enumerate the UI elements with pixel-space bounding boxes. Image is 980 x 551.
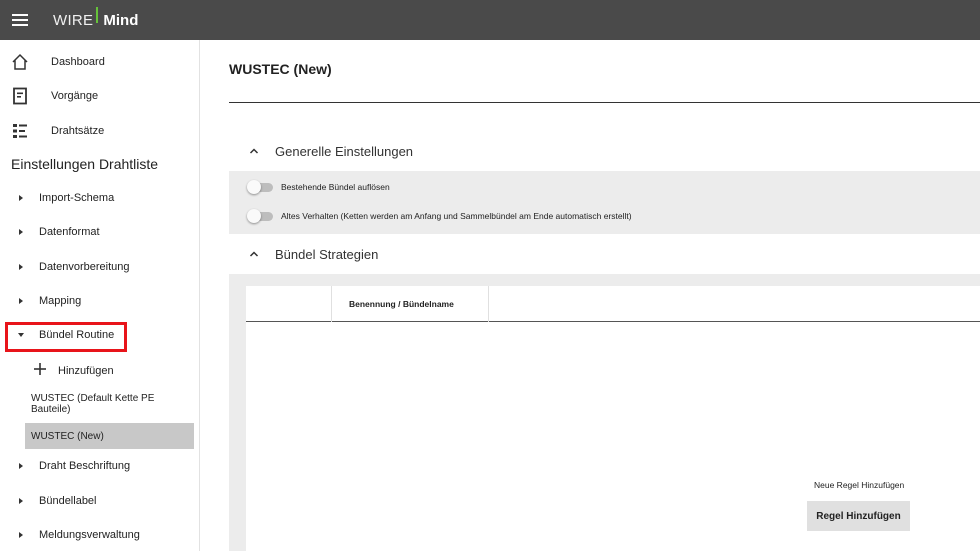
nav-item-label: Dashboard (51, 56, 105, 68)
sub-item-wustec-default[interactable]: WUSTEC (Default Kette PE Bauteile) (25, 391, 194, 417)
toggle-switch[interactable] (247, 209, 273, 223)
add-routine-button[interactable]: Hinzufügen (25, 358, 194, 384)
tree-item-label: Mapping (39, 295, 82, 307)
panel-header-general[interactable]: Generelle Einstellungen (229, 134, 980, 168)
logo-wire-text: WIRE (53, 11, 94, 29)
column-divider (331, 286, 332, 322)
sub-item-wustec-new[interactable]: WUSTEC (New) (25, 423, 194, 449)
tree-item-draht-beschriftung[interactable]: Draht Beschriftung (0, 452, 198, 480)
tree-item-datenformat[interactable]: Datenformat (0, 218, 198, 246)
app-logo[interactable]: WIRE Mind (53, 7, 139, 29)
nav-item-label: Vorgänge (51, 90, 99, 102)
nav-item-vorgaenge[interactable]: Vorgänge (0, 81, 200, 111)
toggle-label: Bestehende Bündel auflösen (281, 182, 390, 192)
nav-item-dashboard[interactable]: Dashboard (0, 47, 200, 77)
title-divider (229, 102, 980, 103)
toggle-row: Altes Verhalten (Ketten werden am Anfang… (229, 202, 980, 230)
toggle-row: Bestehende Bündel auflösen (229, 173, 980, 201)
tree-item-label: Meldungsverwaltung (39, 529, 140, 541)
add-rule-button[interactable]: Regel Hinzufügen (807, 501, 910, 531)
sub-item-label: WUSTEC (New) (31, 430, 104, 442)
sub-item-label: WUSTEC (Default Kette PE Bauteile) (31, 393, 155, 415)
tree-item-label: Draht Beschriftung (39, 460, 131, 472)
tree-item-label: Bündellabel (39, 495, 97, 507)
tree-item-mapping[interactable]: Mapping (0, 287, 198, 315)
panel-header-strategies[interactable]: Bündel Strategien (229, 237, 980, 271)
caret-right-icon (19, 264, 23, 270)
top-bar: WIRE Mind (0, 0, 980, 40)
tree-item-label: Bündel Routine (39, 329, 115, 341)
nav-item-drahtsaetze[interactable]: Drahtsätze (0, 116, 200, 146)
logo-accent-bar (96, 7, 99, 23)
general-settings-panel: Bestehende Bündel auflösen Altes Verhalt… (229, 171, 980, 234)
caret-down-icon (18, 333, 24, 337)
sidebar: Dashboard Vorgänge Drahtsätze Einstellun… (0, 40, 200, 551)
caret-right-icon (19, 229, 23, 235)
toggle-label: Altes Verhalten (Ketten werden am Anfang… (281, 211, 632, 221)
new-rule-label: Neue Regel Hinzufügen (814, 480, 905, 490)
tree-item-buendel-routine[interactable]: Bündel Routine (0, 321, 198, 349)
document-icon (13, 87, 27, 105)
tree-item-meldungsverwaltung[interactable]: Meldungsverwaltung (0, 521, 198, 549)
toggle-thumb (247, 209, 261, 223)
hamburger-menu-icon[interactable] (0, 0, 40, 40)
tree-item-label: Datenformat (39, 226, 100, 238)
home-icon (12, 53, 28, 70)
tree-item-buendellabel[interactable]: Bündellabel (0, 487, 198, 515)
caret-right-icon (19, 498, 23, 504)
toggle-thumb (247, 180, 261, 194)
list-tree-icon (13, 124, 27, 138)
nav-item-label: Drahtsätze (51, 125, 105, 137)
chevron-up-icon (249, 148, 259, 154)
tree-item-label: Datenvorbereitung (39, 261, 130, 273)
caret-right-icon (19, 463, 23, 469)
logo-mind-text: Mind (103, 11, 139, 29)
tree-item-import-schema[interactable]: Import-Schema (0, 184, 198, 212)
settings-section-title: Einstellungen Drahtliste (11, 156, 159, 172)
main-content: WUSTEC (New) Generelle Einstellungen Bes… (201, 40, 980, 551)
page-title: WUSTEC (New) (229, 61, 332, 77)
panel-title: Generelle Einstellungen (275, 143, 414, 159)
caret-right-icon (19, 195, 23, 201)
caret-right-icon (19, 532, 23, 538)
tree-item-label: Import-Schema (39, 192, 115, 204)
toggle-switch[interactable] (247, 180, 273, 194)
plus-icon (34, 363, 46, 375)
column-divider (488, 286, 489, 322)
add-routine-label: Hinzufügen (58, 365, 114, 377)
panel-title: Bündel Strategien (275, 246, 379, 262)
tree-item-datenvorbereitung[interactable]: Datenvorbereitung (0, 253, 198, 281)
caret-right-icon (19, 298, 23, 304)
column-header-name: Benennung / Bündelname (349, 299, 454, 309)
chevron-up-icon (249, 251, 259, 257)
table-header-row: Benennung / Bündelname (246, 286, 980, 322)
